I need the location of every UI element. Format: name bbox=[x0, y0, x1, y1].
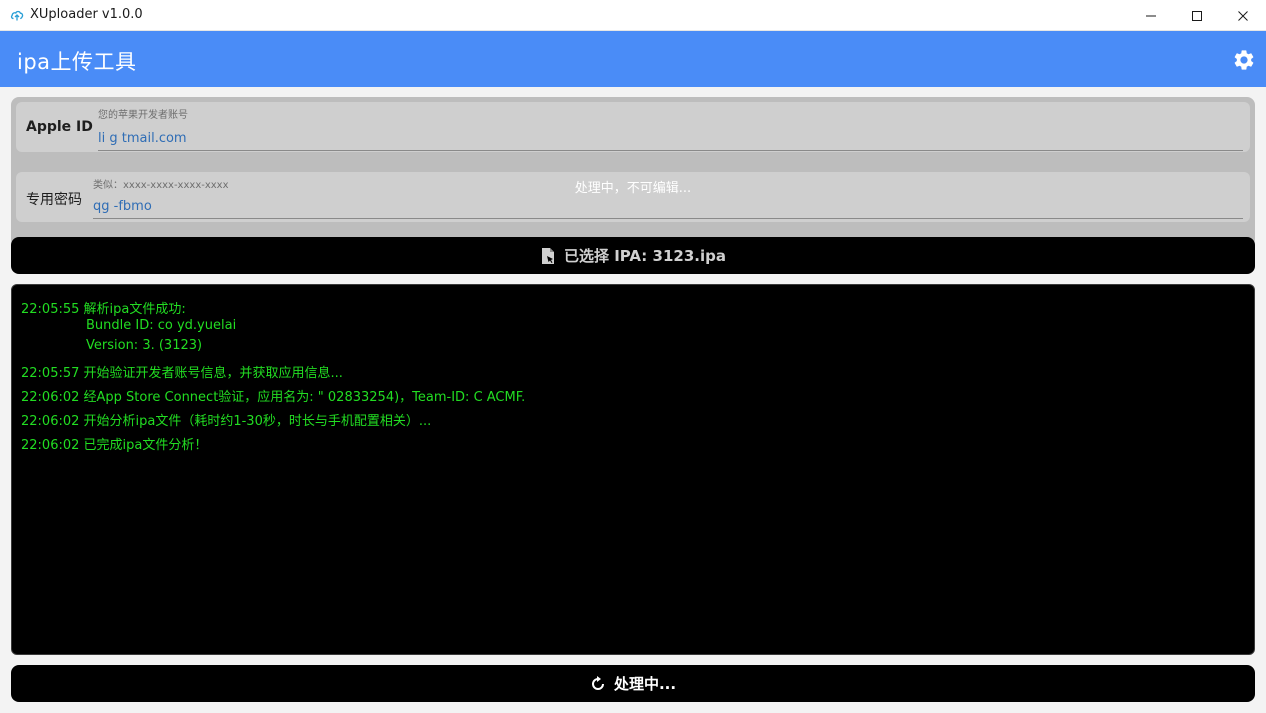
maximize-button[interactable] bbox=[1174, 0, 1220, 31]
refresh-icon bbox=[591, 675, 604, 690]
processing-overlay-message: 处理中，不可编辑... bbox=[574, 181, 692, 196]
log-line: 22:06:02 经App Store Connect验证，应用名为: " 02… bbox=[21, 390, 526, 405]
password-input[interactable]: qg -fbmo bbox=[93, 199, 1233, 214]
window-titlebar: XUploader v1.0.0 bbox=[0, 0, 1266, 31]
apple-id-input[interactable]: li g tmail.com bbox=[98, 131, 1238, 146]
close-icon bbox=[1238, 10, 1248, 21]
log-line: 22:06:02 开始分析ipa文件（耗时约1-30秒，时长与手机配置相关）..… bbox=[21, 414, 432, 429]
window-title: XUploader v1.0.0 bbox=[30, 7, 143, 22]
apple-id-hint: 您的苹果开发者账号 bbox=[98, 110, 188, 121]
apple-id-field: Apple ID 您的苹果开发者账号 li g tmail.com bbox=[16, 102, 1250, 152]
processing-label: 处理中... bbox=[613, 675, 677, 693]
log-line: 22:05:57 开始验证开发者账号信息，并获取应用信息... bbox=[21, 366, 343, 381]
app-header: ipa上传工具 bbox=[0, 31, 1266, 87]
gear-icon[interactable] bbox=[1232, 48, 1256, 72]
file-icon bbox=[542, 247, 554, 264]
minimize-icon bbox=[1146, 15, 1156, 16]
log-line: Version: 3. (3123) bbox=[86, 338, 203, 353]
processing-button[interactable]: 处理中... bbox=[11, 665, 1255, 702]
log-line: 22:06:02 已完成ipa文件分析！ bbox=[21, 438, 208, 453]
select-ipa-button[interactable]: 已选择 IPA: 3123.ipa bbox=[11, 237, 1255, 274]
cloud-upload-icon bbox=[10, 10, 24, 21]
close-button[interactable] bbox=[1220, 0, 1266, 31]
minimize-button[interactable] bbox=[1128, 0, 1174, 31]
log-line: 22:05:55 解析ipa文件成功: bbox=[21, 302, 186, 317]
page-title: ipa上传工具 bbox=[17, 50, 137, 74]
ipa-selected-label: 已选择 IPA: 3123.ipa bbox=[564, 247, 726, 265]
log-line: Bundle ID: co yd.yuelai bbox=[86, 318, 237, 333]
apple-id-label: Apple ID bbox=[26, 119, 93, 135]
password-underline bbox=[93, 218, 1243, 219]
log-console[interactable]: 22:05:55 解析ipa文件成功: Bundle ID: co yd.yue… bbox=[11, 284, 1255, 655]
maximize-icon bbox=[1192, 10, 1202, 21]
apple-id-underline bbox=[98, 150, 1243, 151]
account-form: Apple ID 您的苹果开发者账号 li g tmail.com 专用密码 类… bbox=[11, 97, 1255, 247]
